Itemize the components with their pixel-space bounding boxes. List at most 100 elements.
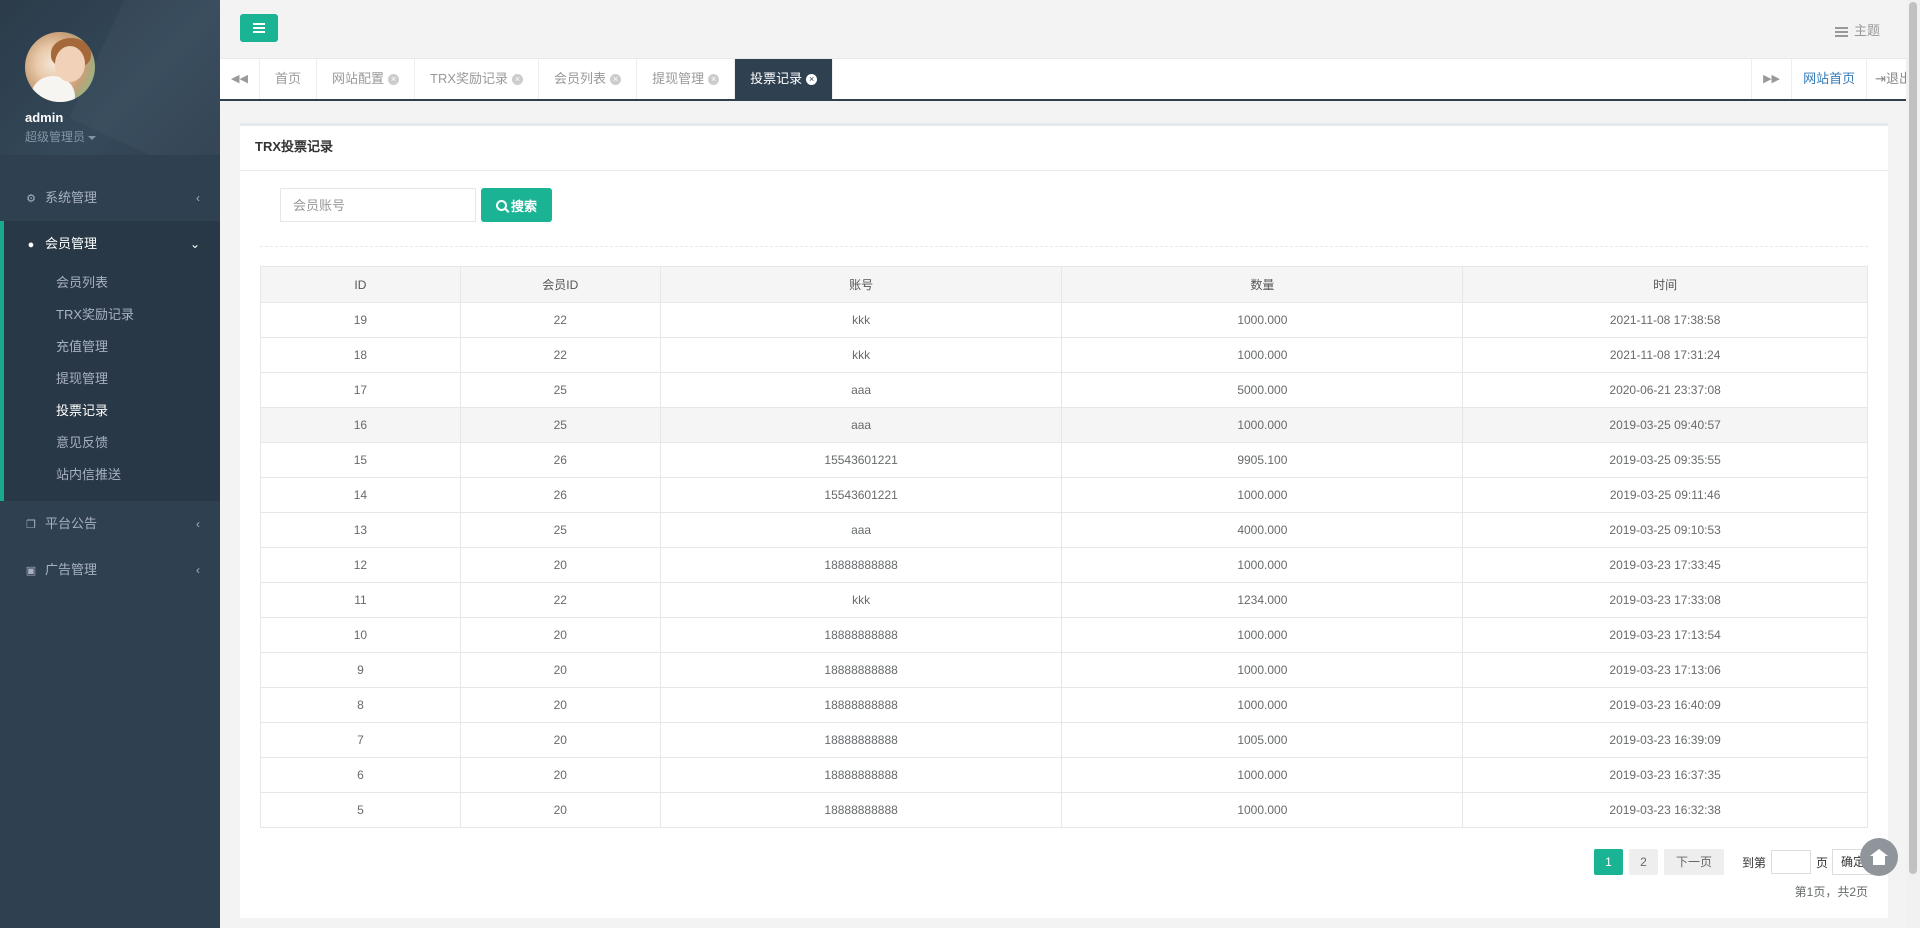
close-icon[interactable]: × [388, 74, 400, 86]
cell-member-id: 20 [459, 617, 661, 653]
cell-amount: 1000.000 [1061, 337, 1464, 373]
sidebar-item-ads[interactable]: ▣ 广告管理 ‹ [0, 547, 220, 593]
tabs-scroll-left-button[interactable]: ◀◀ [220, 59, 260, 99]
table-row: 8 20 18888888888 1000.000 2019-03-23 16:40:0… [260, 687, 1868, 723]
cell-id: 11 [260, 582, 461, 618]
table-row: 17 25 aaa 5000.000 2020-06-21 23:37:08 [260, 372, 1868, 408]
copy-icon: ❐ [26, 519, 36, 531]
column-header-member-id: 会员ID [459, 266, 661, 303]
sidebar-item-system[interactable]: ⚙ 系统管理 ‹ [0, 175, 220, 221]
goto-page-input[interactable] [1770, 850, 1811, 874]
cell-member-id: 22 [459, 337, 661, 373]
page-tabs-bar: ◀◀ 首页 网站配置 × TRX奖励记录 × 会员列表 × 提现管理 × 投票记录 × ▶… [220, 59, 1920, 101]
tab-member-list[interactable]: 会员列表 × [539, 59, 638, 99]
cell-account: kkk [659, 582, 1063, 618]
table-row: 7 20 18888888888 1005.000 2019-03-23 16:39:0… [260, 722, 1868, 758]
site-home-link[interactable]: 网站首页 [1791, 59, 1866, 99]
sign-out-icon: ⇥ [1875, 71, 1886, 86]
sidebar-item-label: 系统管理 [45, 190, 98, 205]
tab-home[interactable]: 首页 [260, 59, 318, 99]
tab-trx-rewards[interactable]: TRX奖励记录 × [415, 59, 540, 99]
cell-id: 12 [260, 547, 461, 583]
cell-time: 2019-03-23 16:39:09 [1462, 722, 1868, 758]
cell-amount: 1000.000 [1061, 547, 1464, 583]
image-icon: ▣ [25, 565, 37, 577]
page-button-1[interactable]: 1 [1593, 849, 1623, 875]
page-tabs: 首页 网站配置 × TRX奖励记录 × 会员列表 × 提现管理 × 投票记录 × [260, 59, 834, 99]
cell-member-id: 20 [459, 792, 661, 828]
scrollbar-thumb[interactable] [1909, 2, 1917, 874]
sidebar-item-announcements[interactable]: ❐ 平台公告 ‹ [0, 501, 220, 547]
cell-member-id: 20 [459, 547, 661, 583]
cell-account: 18888888888 [659, 722, 1063, 758]
sidebar-subitem-withdraw[interactable]: 提现管理 [4, 363, 220, 395]
cell-amount: 1000.000 [1061, 407, 1464, 443]
page-button-2[interactable]: 2 [1628, 849, 1658, 875]
sidebar-item-members[interactable]: ● 会员管理 ⌄ [4, 221, 220, 267]
nav-group-members: ● 会员管理 ⌄ 会员列表 TRX奖励记录 充值管理 提现管理 投票记录 意见反馈… [0, 221, 220, 501]
close-icon[interactable]: × [708, 74, 720, 86]
sidebar-subitem-votes[interactable]: 投票记录 [4, 395, 220, 427]
search-icon [495, 199, 507, 211]
tab-site-config[interactable]: 网站配置 × [317, 59, 416, 99]
cell-account: 18888888888 [659, 617, 1063, 653]
column-header-time: 时间 [1462, 266, 1868, 303]
cell-id: 16 [260, 407, 461, 443]
members-submenu: 会员列表 TRX奖励记录 充值管理 提现管理 投票记录 意见反馈 站内信推送 [4, 267, 220, 501]
page-scrollbar[interactable] [1906, 0, 1920, 928]
top-header: 主题 [220, 0, 1920, 59]
close-icon[interactable]: × [610, 74, 622, 86]
cell-id: 10 [260, 617, 461, 653]
cell-amount: 1000.000 [1061, 757, 1464, 793]
cell-time: 2019-03-25 09:40:57 [1462, 407, 1868, 443]
close-icon[interactable]: × [806, 74, 818, 86]
theme-button[interactable]: 主题 [1834, 20, 1880, 39]
cell-member-id: 22 [459, 302, 661, 338]
sidebar-subitem-recharge[interactable]: 充值管理 [4, 331, 220, 363]
table-row: 16 25 aaa 1000.000 2019-03-25 09:40:57 [260, 407, 1868, 443]
search-button[interactable]: 搜索 [481, 188, 552, 222]
cell-id: 7 [260, 722, 461, 758]
cell-time: 2019-03-23 16:40:09 [1462, 687, 1868, 723]
cell-amount: 1000.000 [1061, 687, 1464, 723]
menu-toggle-button[interactable] [240, 14, 278, 42]
page-title: TRX投票记录 [240, 126, 1888, 171]
tabs-scroll-right-button[interactable]: ▶▶ [1751, 59, 1791, 99]
next-page-button[interactable]: 下一页 [1663, 849, 1724, 875]
user-role-dropdown[interactable]: 超级管理员 [25, 128, 220, 145]
tab-withdraw[interactable]: 提现管理 × [637, 59, 736, 99]
tasks-icon [1834, 26, 1848, 37]
sidebar-item-label: 会员管理 [45, 236, 98, 251]
back-to-home-button[interactable] [1860, 838, 1898, 876]
sidebar-subitem-messages[interactable]: 站内信推送 [4, 459, 220, 491]
sidebar: admin 超级管理员 ⚙ 系统管理 ‹ ● 会员管理 ⌄ 会员列表 TRX奖励记录… [0, 0, 220, 928]
cell-member-id: 25 [459, 512, 661, 548]
tab-label: 投票记录 [750, 71, 803, 86]
nav-group-system: ⚙ 系统管理 ‹ [0, 175, 220, 221]
search-button-label: 搜索 [510, 198, 537, 214]
cell-amount: 1000.000 [1061, 792, 1464, 828]
sidebar-subitem-trx-rewards[interactable]: TRX奖励记录 [4, 299, 220, 331]
table-row: 11 22 kkk 1234.000 2019-03-23 17:33:08 [260, 582, 1868, 618]
forward-icon: ▶▶ [1763, 73, 1781, 85]
avatar[interactable] [25, 32, 95, 102]
cell-account: aaa [659, 372, 1063, 408]
cell-amount: 5000.000 [1061, 372, 1464, 408]
member-account-search-input[interactable] [280, 188, 476, 222]
cell-member-id: 20 [459, 757, 661, 793]
cell-time: 2021-11-08 17:38:58 [1462, 302, 1868, 338]
cell-amount: 1000.000 [1061, 617, 1464, 653]
cell-member-id: 20 [459, 652, 661, 688]
sidebar-subitem-feedback[interactable]: 意见反馈 [4, 427, 220, 459]
column-header-account: 账号 [659, 266, 1063, 303]
gear-icon: ⚙ [26, 193, 36, 205]
tab-label: 首页 [275, 71, 302, 86]
tab-label: TRX奖励记录 [430, 71, 509, 86]
tab-votes[interactable]: 投票记录 × [735, 59, 834, 99]
cell-account: 18888888888 [659, 652, 1063, 688]
cell-account: 15543601221 [659, 477, 1063, 513]
main-content: TRX投票记录 搜索 ID 会员ID 账号 数量 时间 1922kkk10 [220, 101, 1900, 928]
sidebar-subitem-member-list[interactable]: 会员列表 [4, 267, 220, 299]
table-row: 9 20 18888888888 1000.000 2019-03-23 17:13:0… [260, 652, 1868, 688]
close-icon[interactable]: × [512, 74, 524, 86]
